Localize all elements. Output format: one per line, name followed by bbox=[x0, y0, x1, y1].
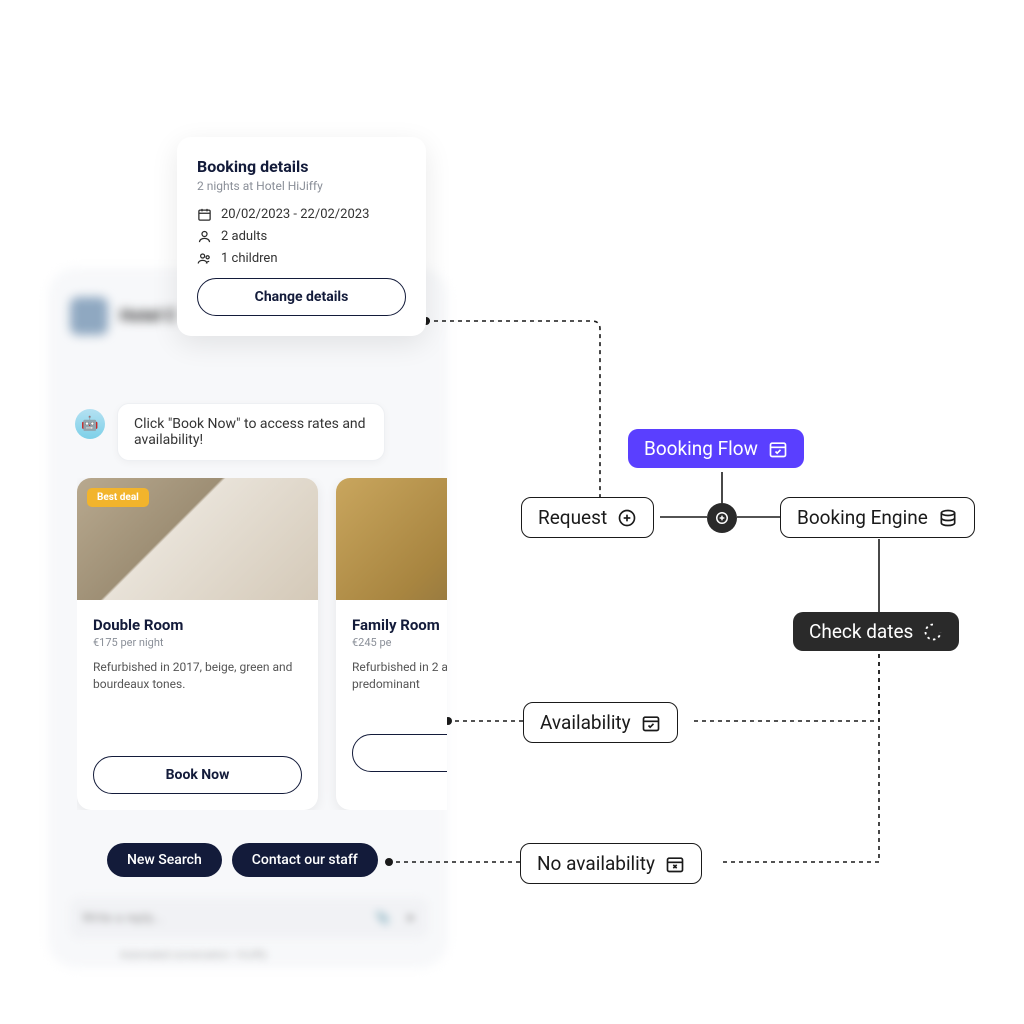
attachment-icon[interactable]: 📎 bbox=[375, 911, 391, 926]
node-label: Booking Engine bbox=[797, 506, 928, 529]
booking-dates-row: 20/02/2023 - 22/02/2023 bbox=[197, 207, 406, 222]
calendar-x-icon bbox=[665, 854, 685, 874]
book-now-button[interactable]: Book Now bbox=[93, 756, 302, 794]
node-check-dates: Check dates bbox=[793, 612, 959, 651]
calendar-icon bbox=[197, 207, 212, 222]
database-icon bbox=[938, 508, 958, 528]
group-icon bbox=[197, 251, 212, 266]
room-price: €175 per night bbox=[93, 636, 302, 649]
booking-dates: 20/02/2023 - 22/02/2023 bbox=[221, 207, 369, 222]
booking-subtitle: 2 nights at Hotel HiJiffy bbox=[197, 179, 406, 193]
hotel-name: Hotel C bbox=[120, 306, 176, 326]
booking-details-card: Booking details 2 nights at Hotel HiJiff… bbox=[177, 137, 426, 336]
reply-input[interactable]: Write a reply... 📎 ➤ bbox=[70, 898, 428, 938]
best-deal-badge: Best deal bbox=[87, 488, 149, 507]
booking-adults-row: 2 adults bbox=[197, 229, 406, 244]
hotel-logo bbox=[70, 297, 108, 335]
send-icon[interactable]: ➤ bbox=[405, 911, 416, 926]
room-price: €245 pe bbox=[352, 636, 447, 649]
node-availability: Availability bbox=[523, 702, 678, 743]
flow-junction bbox=[707, 503, 737, 533]
change-details-button[interactable]: Change details bbox=[197, 278, 406, 316]
book-now-button[interactable]: Bo bbox=[352, 734, 447, 772]
node-label: Check dates bbox=[809, 620, 913, 643]
loading-icon bbox=[923, 622, 943, 642]
plus-circle-icon bbox=[617, 508, 637, 528]
room-cards-container: Best deal Double Room €175 per night Ref… bbox=[77, 478, 447, 810]
booking-adults: 2 adults bbox=[221, 229, 267, 244]
bot-avatar: 🤖 bbox=[75, 409, 105, 439]
node-booking-flow: Booking Flow bbox=[628, 429, 804, 468]
person-icon bbox=[197, 229, 212, 244]
footer-text: Automated conversation • HiJiffy bbox=[120, 950, 267, 961]
room-name: Double Room bbox=[93, 616, 302, 634]
node-label: Booking Flow bbox=[644, 437, 758, 460]
room-name: Family Room bbox=[352, 616, 447, 634]
node-no-availability: No availability bbox=[520, 843, 702, 884]
room-description: Refurbished in 2017, beige, green and bo… bbox=[93, 659, 302, 694]
contact-staff-button[interactable]: Contact our staff bbox=[232, 843, 378, 877]
node-booking-engine: Booking Engine bbox=[780, 497, 975, 538]
node-label: Availability bbox=[540, 711, 631, 734]
reply-placeholder: Write a reply... bbox=[82, 911, 375, 926]
booking-children: 1 children bbox=[221, 251, 278, 266]
node-request: Request bbox=[521, 497, 654, 538]
node-label: No availability bbox=[537, 852, 655, 875]
bot-message-row: 🤖 Click "Book Now" to access rates and a… bbox=[75, 403, 385, 461]
action-buttons: New Search Contact our staff bbox=[107, 843, 378, 877]
room-card-family[interactable]: Family Room €245 pe Refurbished in 2 and… bbox=[336, 478, 447, 810]
room-description: Refurbished in 2 and bourdeaux t predomi… bbox=[352, 659, 447, 694]
new-search-button[interactable]: New Search bbox=[107, 843, 222, 877]
room-image: Best deal bbox=[77, 478, 318, 600]
room-card-double[interactable]: Best deal Double Room €175 per night Ref… bbox=[77, 478, 318, 810]
room-image bbox=[336, 478, 447, 600]
calendar-check-icon bbox=[768, 439, 788, 459]
calendar-check-icon bbox=[641, 713, 661, 733]
booking-title: Booking details bbox=[197, 157, 406, 176]
bot-message: Click "Book Now" to access rates and ava… bbox=[117, 403, 385, 461]
node-label: Request bbox=[538, 506, 607, 529]
booking-children-row: 1 children bbox=[197, 251, 406, 266]
